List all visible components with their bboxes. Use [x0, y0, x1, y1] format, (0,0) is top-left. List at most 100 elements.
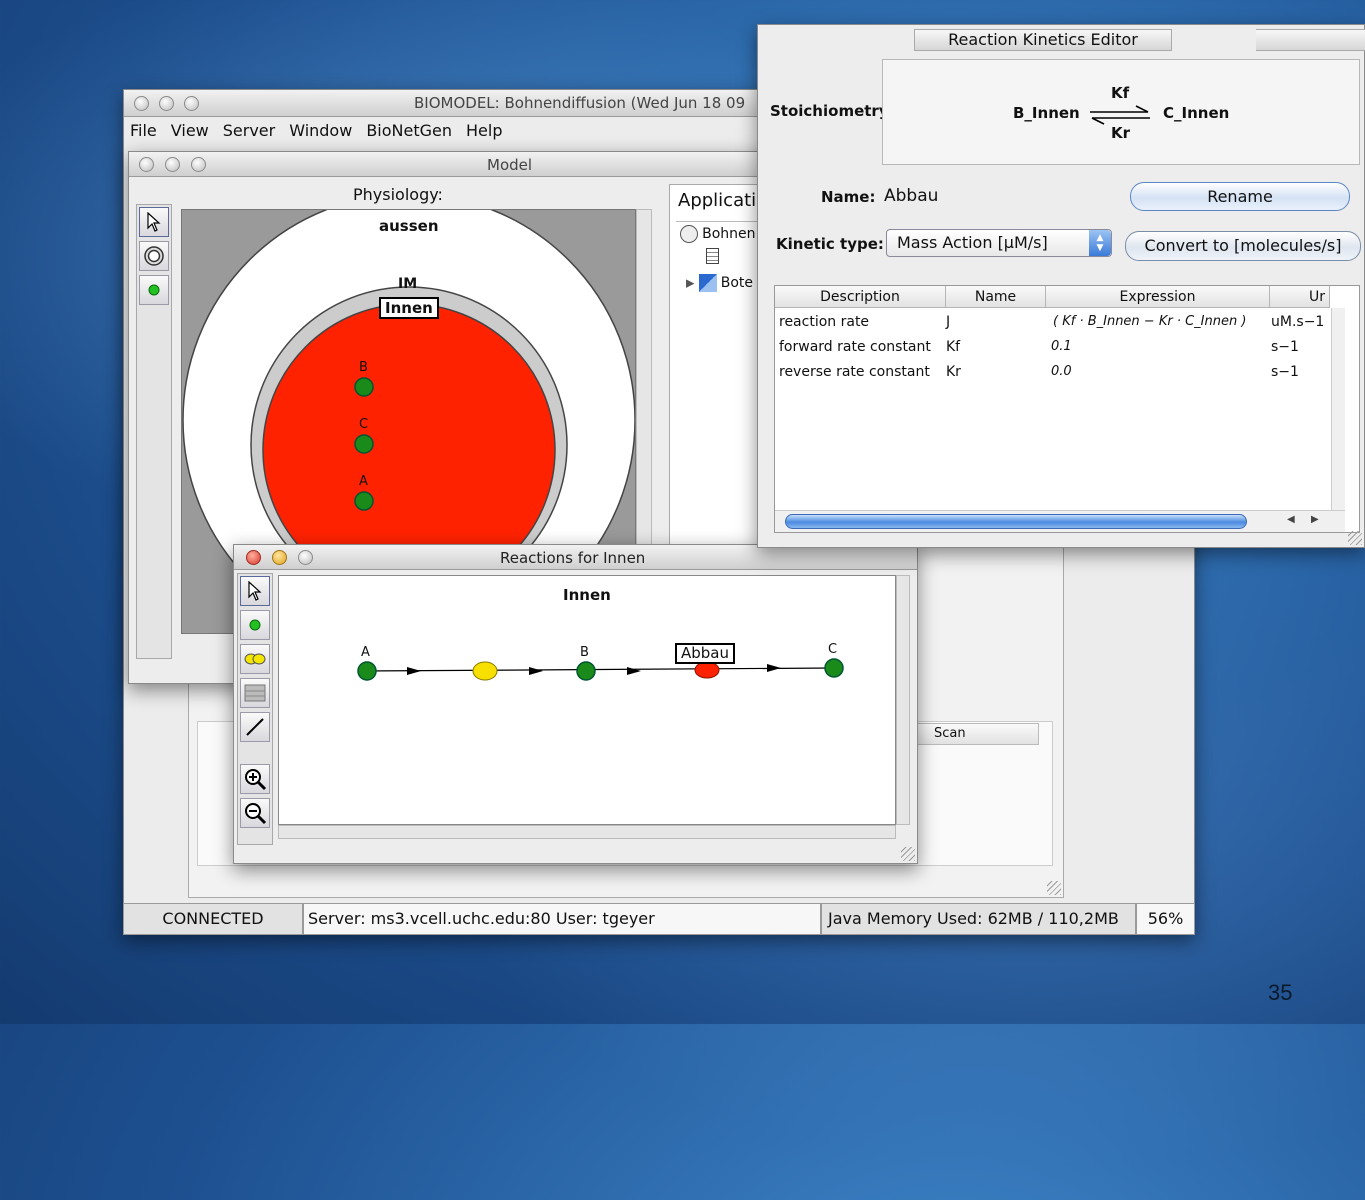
flux-icon [244, 684, 266, 702]
cell-name: J [946, 314, 951, 330]
menu-file[interactable]: File [130, 121, 157, 140]
cell-expression[interactable]: 0.1 [1051, 339, 1072, 354]
arrow-icon [147, 212, 161, 232]
line-tool-button[interactable] [240, 712, 270, 742]
close-icon[interactable] [246, 550, 261, 565]
compartment-membrane-label: IM [398, 276, 418, 292]
scan-header: Scan [917, 723, 1039, 745]
menu-help[interactable]: Help [466, 121, 502, 140]
species-tool-button[interactable] [240, 610, 270, 640]
reaction-tool-button[interactable] [240, 644, 270, 674]
species-label-b: B [359, 360, 368, 375]
menu-bionetgen[interactable]: BioNetGen [366, 121, 452, 140]
species-tool-button[interactable] [139, 275, 169, 305]
reaction-canvas: Innen A B C Abbau [278, 575, 896, 825]
column-header-name[interactable]: Name [946, 286, 1046, 308]
scan-label: Scan [934, 726, 966, 741]
scroll-right-arrow-icon[interactable]: ▶ [1311, 514, 1319, 525]
memory-info: Java Memory Used: 62MB / 110,2MB [828, 909, 1119, 928]
kinetic-type-select[interactable]: Mass Action [µM/s] ▲ ▼ [886, 229, 1112, 257]
name-label: Name: [821, 188, 876, 206]
compartment-tool-button[interactable] [139, 241, 169, 271]
zoom-out-button[interactable] [240, 798, 270, 828]
column-header-description[interactable]: Description [775, 286, 946, 308]
reactions-titlebar[interactable]: Reactions for Innen [234, 545, 917, 570]
status-connection: CONNECTED [123, 903, 303, 935]
minimize-icon[interactable] [272, 550, 287, 565]
species-icon [249, 619, 261, 631]
column-header-expression[interactable]: Expression [1046, 286, 1270, 308]
cell-description: reaction rate [779, 314, 870, 330]
rename-button-label: Rename [1207, 187, 1273, 206]
menu-server[interactable]: Server [223, 121, 275, 140]
zoom-in-button[interactable] [240, 764, 270, 794]
select-tool-button[interactable] [240, 576, 270, 606]
zoom-icon[interactable] [184, 96, 199, 111]
applications-header: Applicatio [678, 190, 768, 211]
cell-name: Kr [946, 364, 961, 380]
menu-view[interactable]: View [171, 121, 209, 140]
convert-button-label: Convert to [molecules/s] [1144, 236, 1342, 255]
column-header-unit[interactable]: Ur [1270, 286, 1330, 308]
reaction-horizontal-scrollbar[interactable] [278, 825, 896, 839]
reaction-label-abbau[interactable]: Abbau [675, 643, 736, 664]
status-server: Server: ms3.vcell.uchc.edu:80 User: tgey… [303, 903, 821, 935]
cell-unit: s−1 [1271, 339, 1299, 355]
kinetic-type-label: Kinetic type: [776, 235, 884, 253]
kinetics-titlebar[interactable]: Reaction Kinetics Editor [914, 29, 1172, 51]
species-icon [148, 284, 160, 296]
name-value: Abbau [884, 186, 939, 206]
app-sim-icon [698, 274, 717, 292]
document-icon [706, 248, 719, 264]
reactions-window: Reactions for Innen Innen A B C Abbau [233, 544, 918, 864]
compartment-inner-label[interactable]: Innen [379, 297, 439, 319]
scroll-thumb[interactable] [785, 514, 1247, 529]
app-item-label: Bote [720, 275, 754, 291]
biomodel-title: BIOMODEL: Bohnendiffusion (Wed Jun 18 09 [414, 94, 746, 112]
resize-grip-icon[interactable] [1047, 881, 1061, 895]
reactions-toolbar [237, 573, 273, 845]
memory-percent: 56% [1147, 909, 1184, 928]
zoom-icon[interactable] [191, 157, 206, 172]
flux-tool-button[interactable] [240, 678, 270, 708]
status-memory: Java Memory Used: 62MB / 110,2MB [821, 903, 1136, 935]
resize-grip-icon[interactable] [1348, 531, 1362, 545]
model-title: Model [487, 156, 533, 174]
reverse-constant-label: Kr [1111, 124, 1131, 142]
rename-button[interactable]: Rename [1130, 182, 1350, 211]
cell-description: reverse rate constant [779, 364, 930, 380]
minimize-icon[interactable] [165, 157, 180, 172]
select-tool-button[interactable] [139, 207, 169, 237]
slide-number: 35 [1268, 980, 1293, 1005]
minimize-icon[interactable] [159, 96, 174, 111]
stoichiometry-label: Stoichiometry [770, 102, 889, 120]
cell-expression[interactable]: 0.0 [1051, 364, 1072, 379]
stoichiometry-box: B_Innen C_Innen Kf Kr [882, 59, 1360, 165]
kinetic-type-value: Mass Action [µM/s] [897, 233, 1048, 252]
product-label: C_Innen [1163, 104, 1230, 122]
table-horizontal-scrollbar[interactable]: ◀ ▶ [775, 510, 1345, 532]
equilibrium-arrow-icon [1090, 105, 1150, 125]
scroll-left-arrow-icon[interactable]: ◀ [1287, 514, 1295, 525]
model-titlebar[interactable]: Model [129, 152, 777, 177]
species-label-c: C [359, 417, 369, 432]
table-vertical-scrollbar[interactable] [1331, 308, 1345, 510]
reactions-title: Reactions for Innen [500, 549, 646, 567]
zoom-icon[interactable] [298, 550, 313, 565]
cell-description: forward rate constant [779, 339, 931, 355]
kinetics-editor-window: Reaction Kinetics Editor Stoichiometry B… [757, 24, 1365, 548]
app-icon [680, 225, 698, 243]
reaction-network [357, 658, 844, 681]
parameters-table: Description Name Expression Ur reaction … [774, 285, 1360, 533]
resize-grip-icon[interactable] [901, 847, 915, 861]
expand-triangle-icon[interactable]: ▶ [686, 277, 694, 290]
species-label-a: A [359, 474, 368, 489]
close-icon[interactable] [134, 96, 149, 111]
reaction-vertical-scrollbar[interactable] [896, 575, 910, 825]
close-icon[interactable] [139, 157, 154, 172]
menu-window[interactable]: Window [289, 121, 352, 140]
menu-bar: File View Server Window BioNetGen Help [130, 121, 516, 143]
cell-expression[interactable]: ( Kf · B_Innen − Kr · C_Innen ) [1053, 314, 1246, 329]
species-label-b: B [580, 645, 589, 660]
convert-button[interactable]: Convert to [molecules/s] [1125, 231, 1361, 261]
